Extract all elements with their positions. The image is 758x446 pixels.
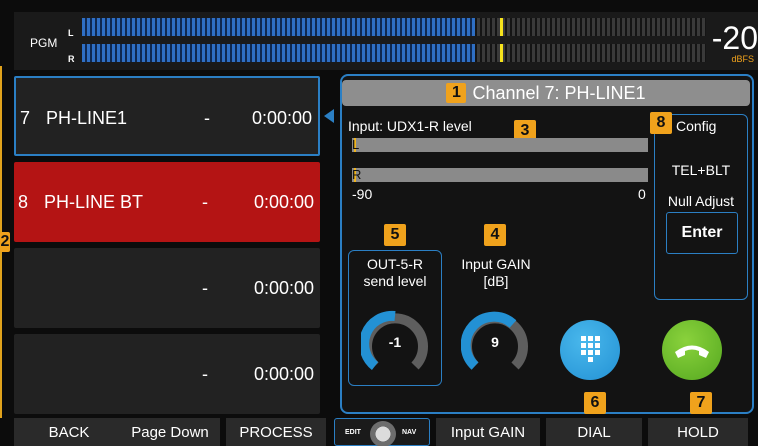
back-button[interactable]: BACK [14, 418, 124, 446]
pgm-label: PGM [30, 36, 58, 50]
scale-max-label: 0 [638, 186, 646, 202]
input-gain-label: Input GAIN [dB] [446, 256, 546, 290]
meter-right-label: R [68, 54, 75, 64]
edit-label: EDIT [345, 429, 361, 436]
enter-button[interactable]: Enter [666, 212, 738, 254]
config-null-adjust: Null Adjust [667, 193, 735, 209]
callout-badge-5: 5 [384, 224, 406, 246]
dialpad-icon [581, 336, 600, 362]
send-level-label: OUT-5-R send level [348, 256, 442, 290]
channel-timer: 0:00:00 [253, 278, 314, 298]
channel-timer: 0:00:00 [253, 192, 314, 212]
send-level-label-line1: OUT-5-R [367, 256, 423, 272]
channel-timer: 0:00:00 [253, 364, 314, 384]
scale-min-label: -90 [352, 186, 373, 202]
dialpad-button[interactable] [560, 320, 620, 380]
channel-number: 8 [18, 192, 29, 212]
selection-pointer-icon [324, 109, 334, 123]
nav-label: NAV [402, 429, 417, 436]
channel-slot-2[interactable]: 8 PH-LINE BT - 0:00:00 [14, 162, 320, 242]
config-title: Config [676, 118, 717, 134]
callout-badge-2: 2 [0, 232, 10, 252]
channel-status: - [202, 278, 208, 298]
level-right-label: R [352, 167, 362, 182]
phone-icon [675, 345, 709, 358]
callout-badge-4: 4 [484, 224, 506, 246]
callout-badge-1: 1 [446, 83, 467, 103]
meter-left-peak [500, 18, 504, 36]
meter-value: -20 [711, 20, 758, 56]
callout-badge-7: 7 [690, 392, 712, 414]
input-level-right-bar: R [352, 167, 648, 182]
channel-name: PH-LINE BT [44, 192, 144, 212]
input-level-label: Input: UDX1-R level [348, 118, 472, 134]
panel-title-bar: 1 Channel 7: PH-LINE1 [342, 80, 750, 106]
send-level-label-line2: send level [363, 273, 427, 289]
channel-timer: 0:00:00 [251, 108, 312, 128]
channel-number: 7 [20, 108, 31, 128]
meter-right-peak [500, 44, 504, 62]
rotary-knob-icon [370, 421, 396, 446]
send-level-value: -1 [388, 334, 402, 350]
meter-left-track [82, 18, 706, 36]
input-gain-knob[interactable]: 9 [460, 310, 529, 378]
dial-button[interactable]: DIAL [546, 418, 642, 446]
channel-name: PH-LINE1 [46, 108, 128, 128]
channel-slot-4[interactable]: - 0:00:00 [14, 334, 320, 414]
page-down-button[interactable]: Page Down [120, 418, 220, 446]
input-gain-button[interactable]: Input GAIN [436, 418, 540, 446]
input-gain-label-line1: Input GAIN [461, 256, 531, 272]
hold-button[interactable]: HOLD [648, 418, 748, 446]
config-tel-blt[interactable]: TEL+BLT [654, 162, 748, 178]
process-button[interactable]: PROCESS [226, 418, 326, 446]
input-level-left-bar: L [352, 137, 648, 152]
channel-slot-3[interactable]: - 0:00:00 [14, 248, 320, 328]
panel-title: Channel 7: PH-LINE1 [472, 83, 646, 103]
input-gain-label-line2: [dB] [483, 273, 509, 289]
input-gain-value: 9 [491, 334, 499, 350]
level-left-label: L [352, 137, 360, 152]
hold-call-button[interactable] [662, 320, 722, 380]
channel-status: - [202, 192, 208, 212]
callout-badge-8: 8 [650, 112, 672, 134]
meter-left-label: L [68, 28, 74, 38]
program-meter-bar: PGM L R -20 dBFS [14, 12, 758, 70]
meter-left-fill [82, 18, 476, 36]
channel-status: - [202, 364, 208, 384]
channel-slot-1[interactable]: 7 PH-LINE1 - 0:00:00 [14, 76, 320, 156]
channel-status: - [204, 108, 210, 128]
meter-right-fill [82, 44, 476, 62]
meter-right-track [82, 44, 706, 62]
meter-unit: dBFS [731, 54, 754, 64]
edit-nav-toggle[interactable]: EDIT NAV [334, 418, 430, 446]
callout-badge-6: 6 [584, 392, 606, 414]
send-level-knob[interactable]: -1 [359, 310, 429, 378]
